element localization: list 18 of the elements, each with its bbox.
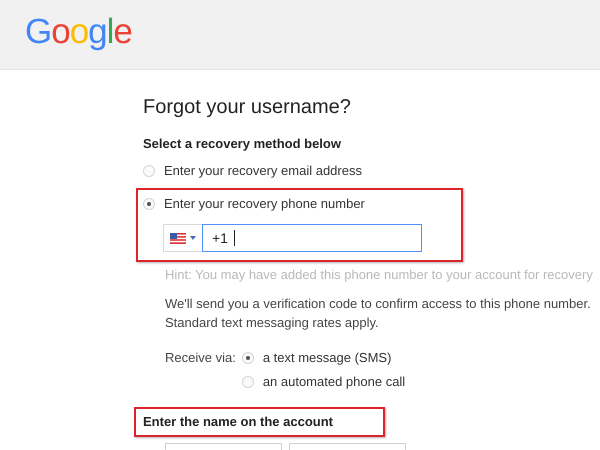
radio-option[interactable]: Enter your recovery email address <box>143 162 600 180</box>
section-heading: Select a recovery method below <box>143 135 342 153</box>
section-heading: Enter the name on the account <box>143 413 334 431</box>
radio-button[interactable] <box>143 198 155 210</box>
country-selector[interactable] <box>163 224 202 252</box>
radio-option[interactable]: an automated phone call <box>242 373 406 391</box>
caret-icon <box>190 236 196 240</box>
radio-button[interactable] <box>242 376 254 388</box>
radio-button[interactable] <box>242 352 254 364</box>
page-title: Forgot your username? <box>143 95 352 119</box>
hint-text: Hint: You may have added this phone number to your account for recovery <box>165 266 594 284</box>
radio-option[interactable]: a text message (SMS) <box>242 349 406 367</box>
phone-input-field[interactable]: +1 <box>202 224 422 252</box>
radio-option[interactable]: Enter your recovery phone number <box>143 195 461 213</box>
receive-label: Receive via: <box>165 349 236 367</box>
radio-button[interactable] <box>143 165 155 177</box>
flag-icon <box>170 232 186 244</box>
info-text: We'll send you a verification code to confirm access to this phone number. Standard text messaging rates apply. <box>165 295 592 332</box>
